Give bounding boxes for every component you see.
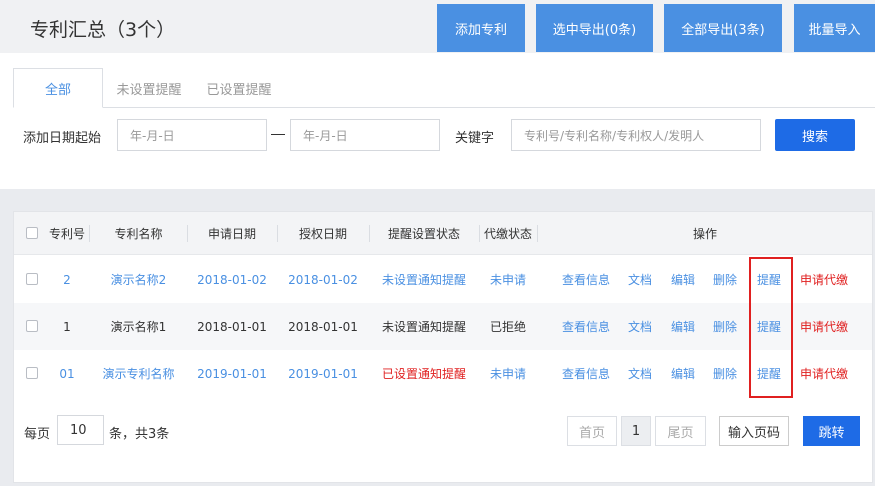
select-all-checkbox[interactable]: [26, 227, 38, 239]
grant-date: 2018-01-01: [288, 319, 358, 334]
apply-payment-link[interactable]: 申请代缴: [794, 256, 854, 303]
export-all-button[interactable]: 全部导出(3条): [664, 4, 782, 52]
export-selected-button[interactable]: 选中导出(0条): [536, 4, 653, 52]
delete-link[interactable]: 删除: [709, 256, 741, 303]
table-row: 2 演示名称2 2018-01-02 2018-01-02 未设置通知提醒 未申…: [14, 256, 872, 303]
apply-payment-link[interactable]: 申请代缴: [794, 350, 854, 397]
patent-no: 1: [63, 319, 71, 334]
remind-status: 未设置通知提醒: [381, 273, 466, 287]
pay-status: 未申请: [489, 273, 526, 287]
batch-import-button[interactable]: 批量导入: [794, 4, 875, 52]
search-button[interactable]: 搜索: [775, 119, 855, 151]
tab-no-reminder[interactable]: 未设置提醒: [109, 68, 189, 108]
document-link[interactable]: 文档: [624, 256, 656, 303]
keyword-input[interactable]: 专利号/专利名称/专利权人/发明人: [511, 119, 761, 151]
per-page-input[interactable]: 10: [57, 415, 104, 445]
document-link[interactable]: 文档: [624, 303, 656, 350]
apply-date: 2019-01-01: [197, 366, 267, 381]
col-patent-name: 专利名称: [114, 227, 163, 241]
apply-date: 2018-01-01: [197, 319, 267, 334]
document-link[interactable]: 文档: [624, 350, 656, 397]
date-end-input[interactable]: 年-月-日: [290, 119, 440, 151]
remind-status: 未设置通知提醒: [381, 320, 466, 334]
col-remind-status: 提醒设置状态: [387, 227, 460, 241]
view-info-link[interactable]: 查看信息: [556, 350, 616, 397]
per-page-label: 每页: [24, 427, 51, 442]
edit-link[interactable]: 编辑: [667, 303, 699, 350]
page-header: 专利汇总（3个） 添加专利 选中导出(0条) 全部导出(3条) 批量导入: [0, 0, 875, 53]
pay-status: 已拒绝: [489, 320, 526, 334]
tab-bar: 全部 未设置提醒 已设置提醒: [13, 68, 875, 108]
row-checkbox[interactable]: [26, 273, 38, 285]
page-1-button[interactable]: 1: [621, 416, 651, 446]
apply-payment-link[interactable]: 申请代缴: [794, 303, 854, 350]
date-start-input[interactable]: 年-月-日: [117, 119, 267, 151]
view-info-link[interactable]: 查看信息: [556, 303, 616, 350]
page-title: 专利汇总（3个）: [30, 19, 176, 41]
jump-button[interactable]: 跳转: [803, 416, 860, 446]
remind-status: 已设置通知提醒: [381, 367, 466, 381]
remind-link[interactable]: 提醒: [752, 350, 786, 397]
last-page-button[interactable]: 尾页: [655, 416, 706, 446]
row-checkbox[interactable]: [26, 320, 38, 332]
date-range-dash: [271, 134, 285, 135]
patent-name-link[interactable]: 演示名称2: [90, 256, 187, 303]
view-info-link[interactable]: 查看信息: [556, 256, 616, 303]
apply-date: 2018-01-02: [197, 272, 267, 287]
edit-link[interactable]: 编辑: [667, 350, 699, 397]
table-row: 01 演示专利名称 2019-01-01 2019-01-01 已设置通知提醒 …: [14, 350, 872, 397]
remind-link[interactable]: 提醒: [752, 256, 786, 303]
patent-name: 演示名称1: [110, 320, 167, 334]
delete-link[interactable]: 删除: [709, 303, 741, 350]
patent-no-link[interactable]: 2: [47, 256, 87, 303]
grant-date: 2019-01-01: [288, 366, 358, 381]
delete-link[interactable]: 删除: [709, 350, 741, 397]
patent-table-panel: 专利号 专利名称 申请日期 授权日期 提醒设置状态 代缴状态 操作 2 演示名称…: [13, 211, 873, 483]
col-grant-date: 授权日期: [298, 227, 347, 241]
remind-link[interactable]: 提醒: [752, 303, 786, 350]
col-actions: 操作: [692, 227, 717, 241]
col-apply-date: 申请日期: [207, 227, 256, 241]
patent-name-link[interactable]: 演示专利名称: [90, 350, 187, 397]
patent-no-link[interactable]: 01: [47, 350, 87, 397]
date-label: 添加日期起始: [23, 131, 102, 146]
table-header: 专利号 专利名称 申请日期 授权日期 提醒设置状态 代缴状态 操作: [14, 212, 872, 255]
page-number-input[interactable]: 输入页码: [719, 416, 789, 446]
total-count-label: 条，共3条: [109, 427, 170, 442]
filter-panel: 专利汇总（3个） 添加专利 选中导出(0条) 全部导出(3条) 批量导入 全部 …: [0, 0, 875, 189]
edit-link[interactable]: 编辑: [667, 256, 699, 303]
keyword-label: 关键字: [455, 131, 495, 146]
add-patent-button[interactable]: 添加专利: [437, 4, 525, 52]
table-row: 1 演示名称1 2018-01-01 2018-01-01 未设置通知提醒 已拒…: [14, 303, 872, 350]
grant-date: 2018-01-02: [288, 272, 358, 287]
col-patent-no: 专利号: [48, 227, 85, 241]
first-page-button[interactable]: 首页: [567, 416, 617, 446]
col-pay-status: 代缴状态: [483, 227, 532, 241]
row-checkbox[interactable]: [26, 367, 38, 379]
tab-all[interactable]: 全部: [13, 68, 103, 108]
pay-status: 未申请: [489, 367, 526, 381]
tab-reminder-set[interactable]: 已设置提醒: [199, 68, 279, 108]
